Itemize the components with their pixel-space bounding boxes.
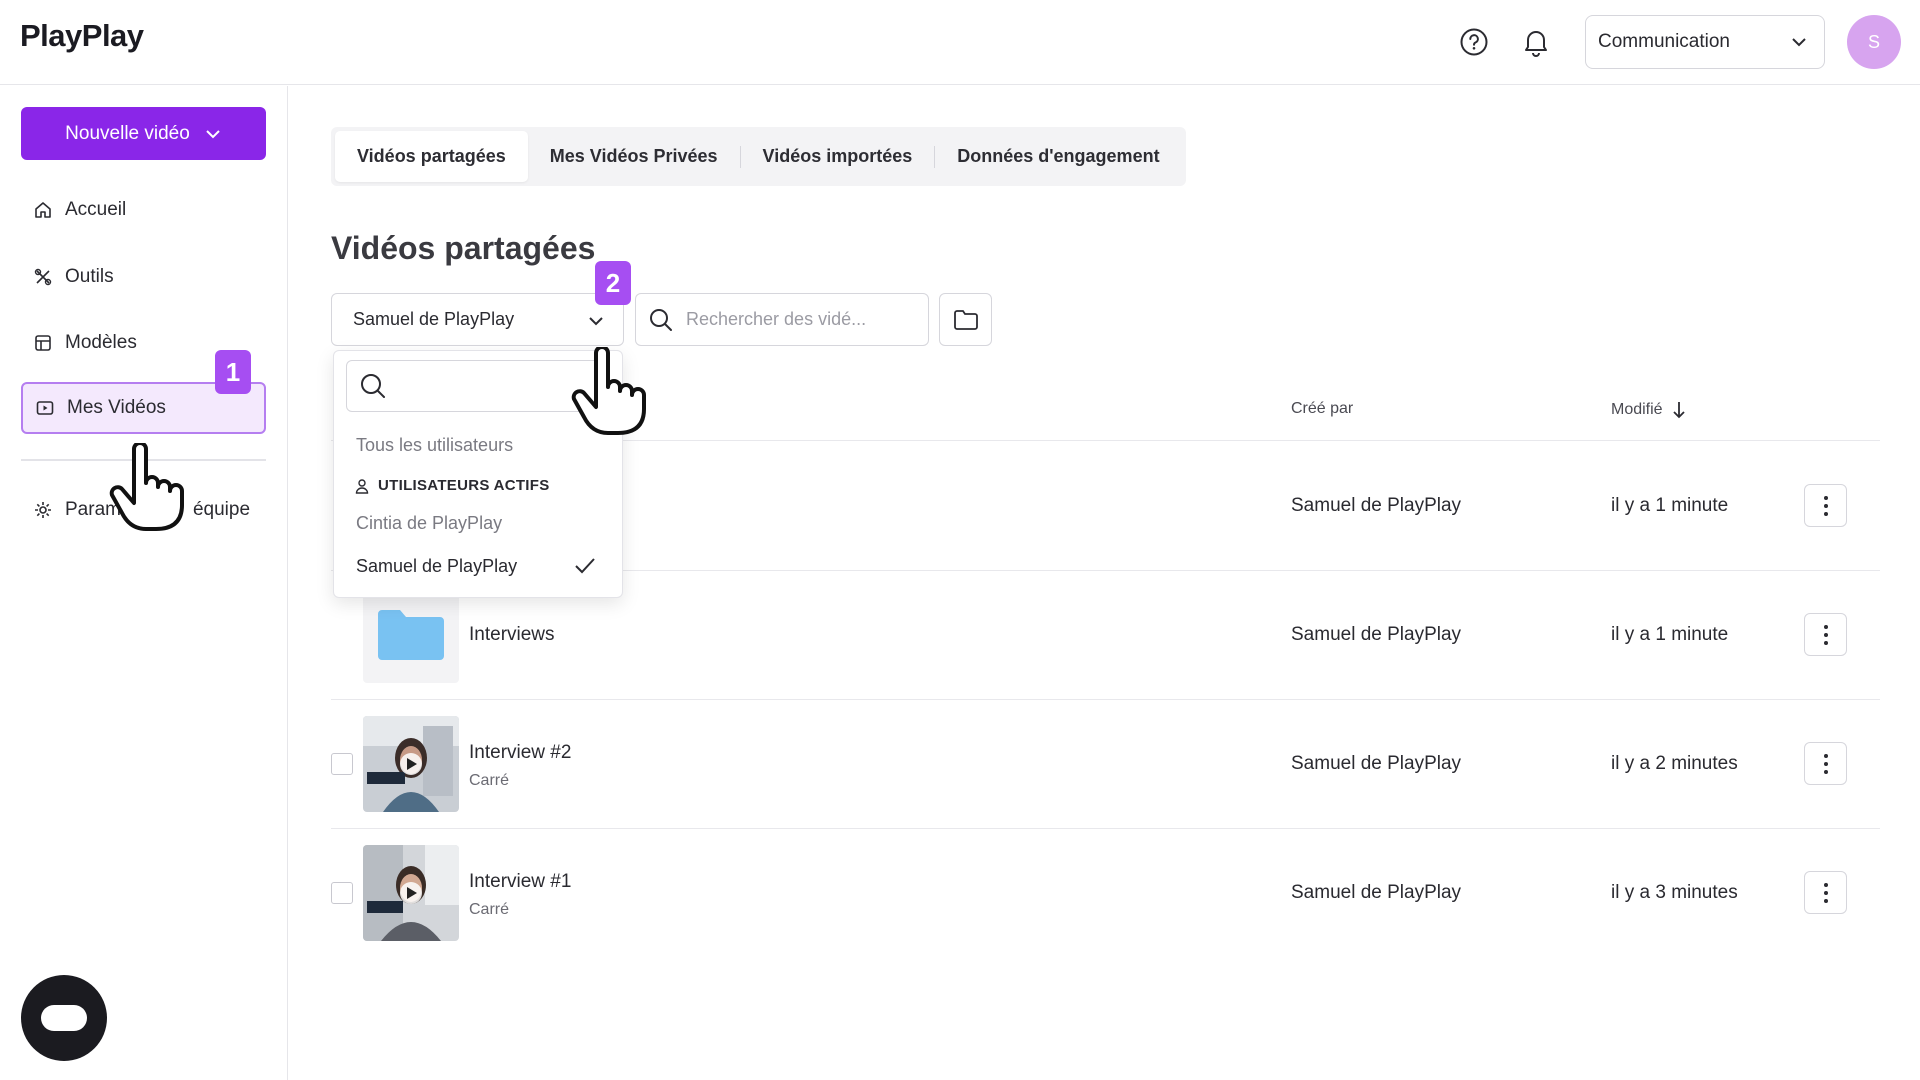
dropdown-option-all-users[interactable]: Tous les utilisateurs [356, 435, 513, 456]
search-icon [650, 308, 672, 331]
sidebar-item-label: Modèles [65, 332, 137, 353]
tools-icon [34, 268, 52, 286]
row-created-by: Samuel de PlayPlay [1291, 753, 1462, 774]
folder-thumbnail[interactable] [363, 587, 459, 683]
dropdown-group-header: UTILISATEURS ACTIFS [354, 477, 550, 494]
gear-icon [35, 502, 51, 518]
chevron-down-icon [1792, 38, 1806, 47]
row-modified: il y a 2 minutes [1611, 753, 1738, 774]
avatar[interactable]: S [1847, 15, 1901, 69]
folder-icon [953, 309, 978, 330]
tab-donnees-engagement[interactable]: Données d'engagement [935, 131, 1181, 182]
home-icon [35, 202, 51, 218]
column-header-created-by: Créé par [1291, 400, 1354, 417]
dropdown-group-label: UTILISATEURS ACTIFS [378, 477, 550, 494]
sidebar-item-outils[interactable]: Outils [21, 251, 266, 303]
new-video-button[interactable]: Nouvelle vidéo [21, 107, 266, 160]
page-title: Vidéos partagées [331, 230, 596, 266]
step-badge-1: 1 [215, 350, 251, 394]
tab-videos-partagees[interactable]: Vidéos partagées [335, 131, 528, 182]
chat-support-button[interactable] [21, 975, 107, 1061]
row-divider [331, 828, 1880, 829]
team-select-value: Communication [1598, 31, 1730, 52]
column-header-modified[interactable]: Modifié [1611, 400, 1687, 420]
help-icon[interactable] [1456, 24, 1492, 60]
pointer-hand-icon [109, 443, 184, 531]
row-checkbox[interactable] [331, 882, 353, 904]
dropdown-search-input[interactable] [397, 375, 597, 397]
chevron-down-icon [206, 129, 220, 138]
dropdown-option-user-selected[interactable]: Samuel de PlayPlay [356, 556, 517, 577]
row-modified: il y a 3 minutes [1611, 882, 1738, 903]
team-select[interactable]: Communication [1585, 15, 1825, 69]
tab-videos-importees[interactable]: Vidéos importées [741, 131, 935, 182]
folder-icon [378, 610, 444, 660]
top-header: PlayPlay Communication S [0, 0, 1920, 85]
video-search [635, 293, 929, 346]
row-created-by: Samuel de PlayPlay [1291, 495, 1462, 516]
dropdown-option-user[interactable]: Cintia de PlayPlay [356, 513, 502, 534]
sidebar-item-label: Accueil [65, 199, 127, 220]
video-thumbnail[interactable] [363, 845, 459, 941]
row-created-by: Samuel de PlayPlay [1291, 624, 1462, 645]
playplay-logo[interactable]: PlayPlay [20, 18, 144, 54]
row-divider [331, 699, 1880, 700]
video-tabs: Vidéos partagées Mes Vidéos Privées Vidé… [331, 127, 1186, 186]
tab-mes-videos-privees[interactable]: Mes Vidéos Privées [528, 131, 740, 182]
video-thumbnail[interactable] [363, 716, 459, 812]
bell-icon[interactable] [1518, 24, 1554, 60]
video-thumbnail-image [363, 845, 459, 941]
chat-bubble-icon [41, 1005, 87, 1031]
row-format: Carré [469, 772, 510, 789]
video-thumbnail-image [363, 716, 459, 812]
row-name[interactable]: Interview #2 [469, 742, 571, 764]
row-modified: il y a 1 minute [1611, 495, 1729, 516]
video-icon [36, 401, 54, 415]
templates-icon [35, 335, 51, 351]
pointer-hand-icon [571, 347, 646, 435]
sidebar-item-label: Mes Vidéos [67, 397, 166, 418]
user-filter-select[interactable]: Samuel de PlayPlay [331, 293, 624, 346]
row-created-by: Samuel de PlayPlay [1291, 882, 1462, 903]
row-format: Carré [469, 901, 510, 918]
row-name[interactable]: Interviews [469, 624, 555, 646]
row-checkbox[interactable] [331, 753, 353, 775]
search-icon [361, 374, 385, 398]
chevron-down-icon [589, 317, 603, 326]
row-actions-button[interactable] [1804, 871, 1847, 914]
step-badge-2: 2 [595, 261, 631, 305]
sidebar-item-label-end: équipe [192, 499, 251, 520]
row-actions-button[interactable] [1804, 742, 1847, 785]
row-actions-button[interactable] [1804, 484, 1847, 527]
row-actions-button[interactable] [1804, 613, 1847, 656]
column-header-modified-label: Modifié [1611, 401, 1663, 418]
new-video-label: Nouvelle vidéo [65, 122, 190, 144]
sidebar-item-label: Outils [65, 266, 114, 287]
new-folder-button[interactable] [939, 293, 992, 346]
checkmark-icon [575, 558, 595, 574]
sidebar: Nouvelle vidéo Accueil Outils Modèles Me… [0, 86, 288, 1080]
sidebar-item-accueil[interactable]: Accueil [21, 184, 266, 236]
video-search-input[interactable] [686, 309, 906, 330]
sort-arrow-down-icon [1672, 402, 1685, 419]
row-name[interactable]: Interview #1 [469, 871, 571, 893]
user-icon [355, 478, 369, 494]
user-filter-value: Samuel de PlayPlay [353, 309, 515, 329]
row-modified: il y a 1 minute [1611, 624, 1729, 645]
